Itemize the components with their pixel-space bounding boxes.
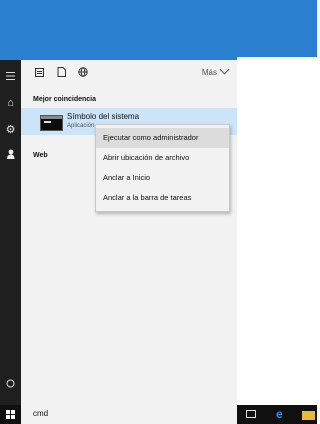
edge-icon[interactable]: e (276, 408, 283, 420)
desktop-right-area (237, 0, 317, 405)
menu-item-run-as-admin[interactable]: Ejecutar como administrador (96, 128, 229, 148)
start-button[interactable] (0, 405, 21, 424)
search-input-value[interactable]: cmd (33, 409, 48, 418)
file-explorer-icon[interactable] (302, 411, 315, 420)
command-prompt-icon (40, 115, 63, 131)
start-search-panel: Más Mejor coincidencia Símbolo del siste… (21, 60, 237, 405)
result-subtitle: Aplicación (67, 123, 95, 129)
web-icon[interactable] (76, 67, 90, 81)
taskbar: cmd e (0, 405, 317, 424)
chevron-down-icon (219, 64, 230, 75)
menu-item-pin-to-start[interactable]: Anclar a Inicio (96, 168, 229, 188)
more-filters-button[interactable]: Más (201, 64, 230, 77)
context-menu: Ejecutar como administrador Abrir ubicac… (95, 124, 230, 212)
windows-icon (6, 410, 15, 419)
menu-item-open-file-location[interactable]: Abrir ubicación de archivo (96, 148, 229, 168)
home-icon[interactable]: ⌂ (0, 94, 21, 112)
result-title: Símbolo del sistema (67, 112, 140, 121)
user-icon[interactable] (0, 147, 21, 165)
apps-icon[interactable] (32, 67, 46, 81)
best-match-header: Mejor coincidencia (33, 96, 97, 103)
web-header: Web (33, 152, 48, 159)
task-view-icon[interactable] (246, 410, 256, 418)
documents-icon[interactable] (54, 67, 68, 81)
menu-item-pin-to-taskbar[interactable]: Anclar a la barra de tareas (96, 188, 229, 208)
start-left-rail: ⌂ ⚙ (0, 60, 21, 405)
taskbar-search-box[interactable]: cmd (21, 405, 237, 424)
desktop-right-top (237, 0, 317, 57)
hamburger-icon[interactable] (0, 68, 21, 86)
settings-icon[interactable]: ⚙ (0, 121, 21, 139)
more-label: Más (201, 68, 217, 77)
filter-bar: Más (21, 60, 237, 89)
power-icon[interactable] (0, 376, 21, 394)
